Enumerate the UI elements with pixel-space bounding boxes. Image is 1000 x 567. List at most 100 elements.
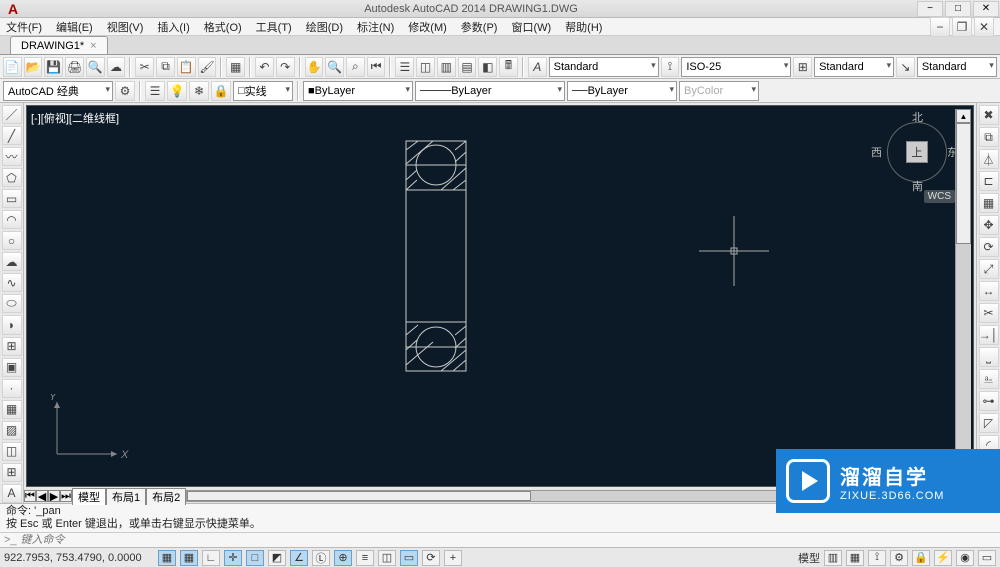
publish-icon[interactable]: ☁ [107,57,126,77]
line-tool-icon[interactable]: ／ [2,105,22,124]
doc-restore-button[interactable]: ❐ [952,17,972,37]
copy-tool-icon[interactable]: ⧉ [979,127,999,147]
dyn-input-toggle[interactable]: ⊕ [334,550,352,566]
break-at-point-tool-icon[interactable]: ⎵ [979,347,999,367]
point-tool-icon[interactable]: · [2,379,22,398]
wcs-badge[interactable]: WCS [924,190,955,203]
table-style-icon[interactable]: ⊞ [793,57,812,77]
compass-north[interactable]: 北 [912,109,923,125]
layer-lock-icon[interactable]: 🔒 [211,81,231,101]
stretch-tool-icon[interactable]: ↔ [979,281,999,301]
autocad-logo[interactable]: A [0,0,26,18]
isolate-objects-icon[interactable]: ◉ [956,550,974,566]
print-icon[interactable]: 🖨 [65,57,84,77]
cut-icon[interactable]: ✂ [135,57,154,77]
menu-window[interactable]: 窗口(W) [511,19,551,35]
annotation-monitor-toggle[interactable]: + [444,550,462,566]
properties-icon[interactable]: ☰ [395,57,414,77]
toolbar-lock-icon[interactable]: 🔒 [912,550,930,566]
menu-insert[interactable]: 插入(I) [157,19,189,35]
chamfer-tool-icon[interactable]: ◸ [979,413,999,433]
document-tab-close[interactable]: × [90,40,96,52]
view-label[interactable]: [-][俯视][二维线框] [31,110,119,126]
text-style-dropdown[interactable]: Standard [549,57,659,77]
3dosnap-toggle[interactable]: ◩ [268,550,286,566]
tab-first-button[interactable]: ⏮ [24,490,36,502]
maximize-button[interactable]: □ [945,1,971,17]
arc-tool-icon[interactable]: ◠ [2,210,22,229]
menu-help[interactable]: 帮助(H) [565,19,602,35]
multileader-style-icon[interactable]: ↘ [896,57,915,77]
lineweight-dropdown[interactable]: ── ByLayer [567,81,677,101]
polar-toggle[interactable]: ✛ [224,550,242,566]
ducs-toggle[interactable]: Ⓛ [312,550,330,566]
quick-calc-icon[interactable]: 🖩 [499,57,518,77]
rectangle-tool-icon[interactable]: ▭ [2,189,22,208]
menu-modify[interactable]: 修改(M) [408,19,447,35]
insert-block-tool-icon[interactable]: ⊞ [2,337,22,356]
zoom-realtime-icon[interactable]: 🔍 [325,57,344,77]
canvas-vertical-scrollbar[interactable]: ▲ ▼ [955,109,971,483]
compass-south[interactable]: 南 [912,178,923,194]
quick-view-layouts-icon[interactable]: ▥ [824,550,842,566]
drawing-canvas[interactable]: [-][俯视][二维线框] 上 北 南 西 东 WCS [26,105,974,487]
extend-tool-icon[interactable]: →│ [979,325,999,345]
dim-style-icon[interactable]: ⟟ [661,57,680,77]
lineweight-toggle[interactable]: ≡ [356,550,374,566]
quick-properties-toggle[interactable]: ▭ [400,550,418,566]
break-tool-icon[interactable]: ⎁ [979,369,999,389]
minimize-button[interactable]: − [917,1,943,17]
hatch-tool-icon[interactable]: ▦ [2,400,22,419]
zoom-previous-icon[interactable]: ⏮ [367,57,386,77]
compass-west[interactable]: 西 [871,144,882,160]
layout1-tab[interactable]: 布局1 [106,488,146,505]
table-style-dropdown[interactable]: Standard [814,57,894,77]
trim-tool-icon[interactable]: ✂ [979,303,999,323]
table-tool-icon[interactable]: ⊞ [2,463,22,482]
doc-minimize-button[interactable]: − [930,17,950,37]
menu-file[interactable]: 文件(F) [6,19,42,35]
open-file-icon[interactable]: 📂 [24,57,43,77]
workspace-switching-icon[interactable]: ⚙ [890,550,908,566]
layer-on-icon[interactable]: 💡 [167,81,187,101]
dim-style-dropdown[interactable]: ISO-25 [681,57,791,77]
new-file-icon[interactable]: 📄 [3,57,22,77]
horizontal-scroll-thumb[interactable] [187,491,531,501]
ellipse-arc-tool-icon[interactable]: ◗ [2,315,22,334]
menu-tools[interactable]: 工具(T) [256,19,292,35]
menu-view[interactable]: 视图(V) [107,19,144,35]
coordinates-readout[interactable]: 922.7953, 753.4790, 0.0000 [4,552,154,564]
tab-next-button[interactable]: ▶ [48,490,60,502]
gradient-tool-icon[interactable]: ▨ [2,421,22,440]
array-tool-icon[interactable]: ▦ [979,193,999,213]
vertical-scroll-thumb[interactable] [956,123,971,244]
workspace-dropdown[interactable]: AutoCAD 经典 [3,81,113,101]
close-button[interactable]: ✕ [973,1,999,17]
rotate-tool-icon[interactable]: ⟳ [979,237,999,257]
menu-format[interactable]: 格式(O) [204,19,242,35]
color-dropdown[interactable]: ■ ByLayer [303,81,413,101]
join-tool-icon[interactable]: ⊶ [979,391,999,411]
text-tool-icon[interactable]: A [2,484,22,503]
clean-screen-icon[interactable]: ▭ [978,550,996,566]
hardware-accel-icon[interactable]: ⚡ [934,550,952,566]
doc-close-button[interactable]: ✕ [974,17,994,37]
offset-tool-icon[interactable]: ⊏ [979,171,999,191]
menu-param[interactable]: 参数(P) [461,19,498,35]
otrack-toggle[interactable]: ∠ [290,550,308,566]
viewcube-top[interactable]: 上 [906,141,928,163]
region-tool-icon[interactable]: ◫ [2,442,22,461]
sheet-set-icon[interactable]: ▤ [458,57,477,77]
menu-draw[interactable]: 绘图(D) [306,19,343,35]
tab-prev-button[interactable]: ◀ [36,490,48,502]
make-block-tool-icon[interactable]: ▣ [2,358,22,377]
model-tab[interactable]: 模型 [72,488,106,505]
polygon-tool-icon[interactable]: ⬠ [2,168,22,187]
menu-dim[interactable]: 标注(N) [357,19,394,35]
erase-tool-icon[interactable]: ✖ [979,105,999,125]
scroll-up-button[interactable]: ▲ [956,109,971,123]
revision-cloud-tool-icon[interactable]: ☁ [2,252,22,271]
print-preview-icon[interactable]: 🔍 [86,57,105,77]
zoom-window-icon[interactable]: ⌕ [346,57,365,77]
save-icon[interactable]: 💾 [44,57,63,77]
